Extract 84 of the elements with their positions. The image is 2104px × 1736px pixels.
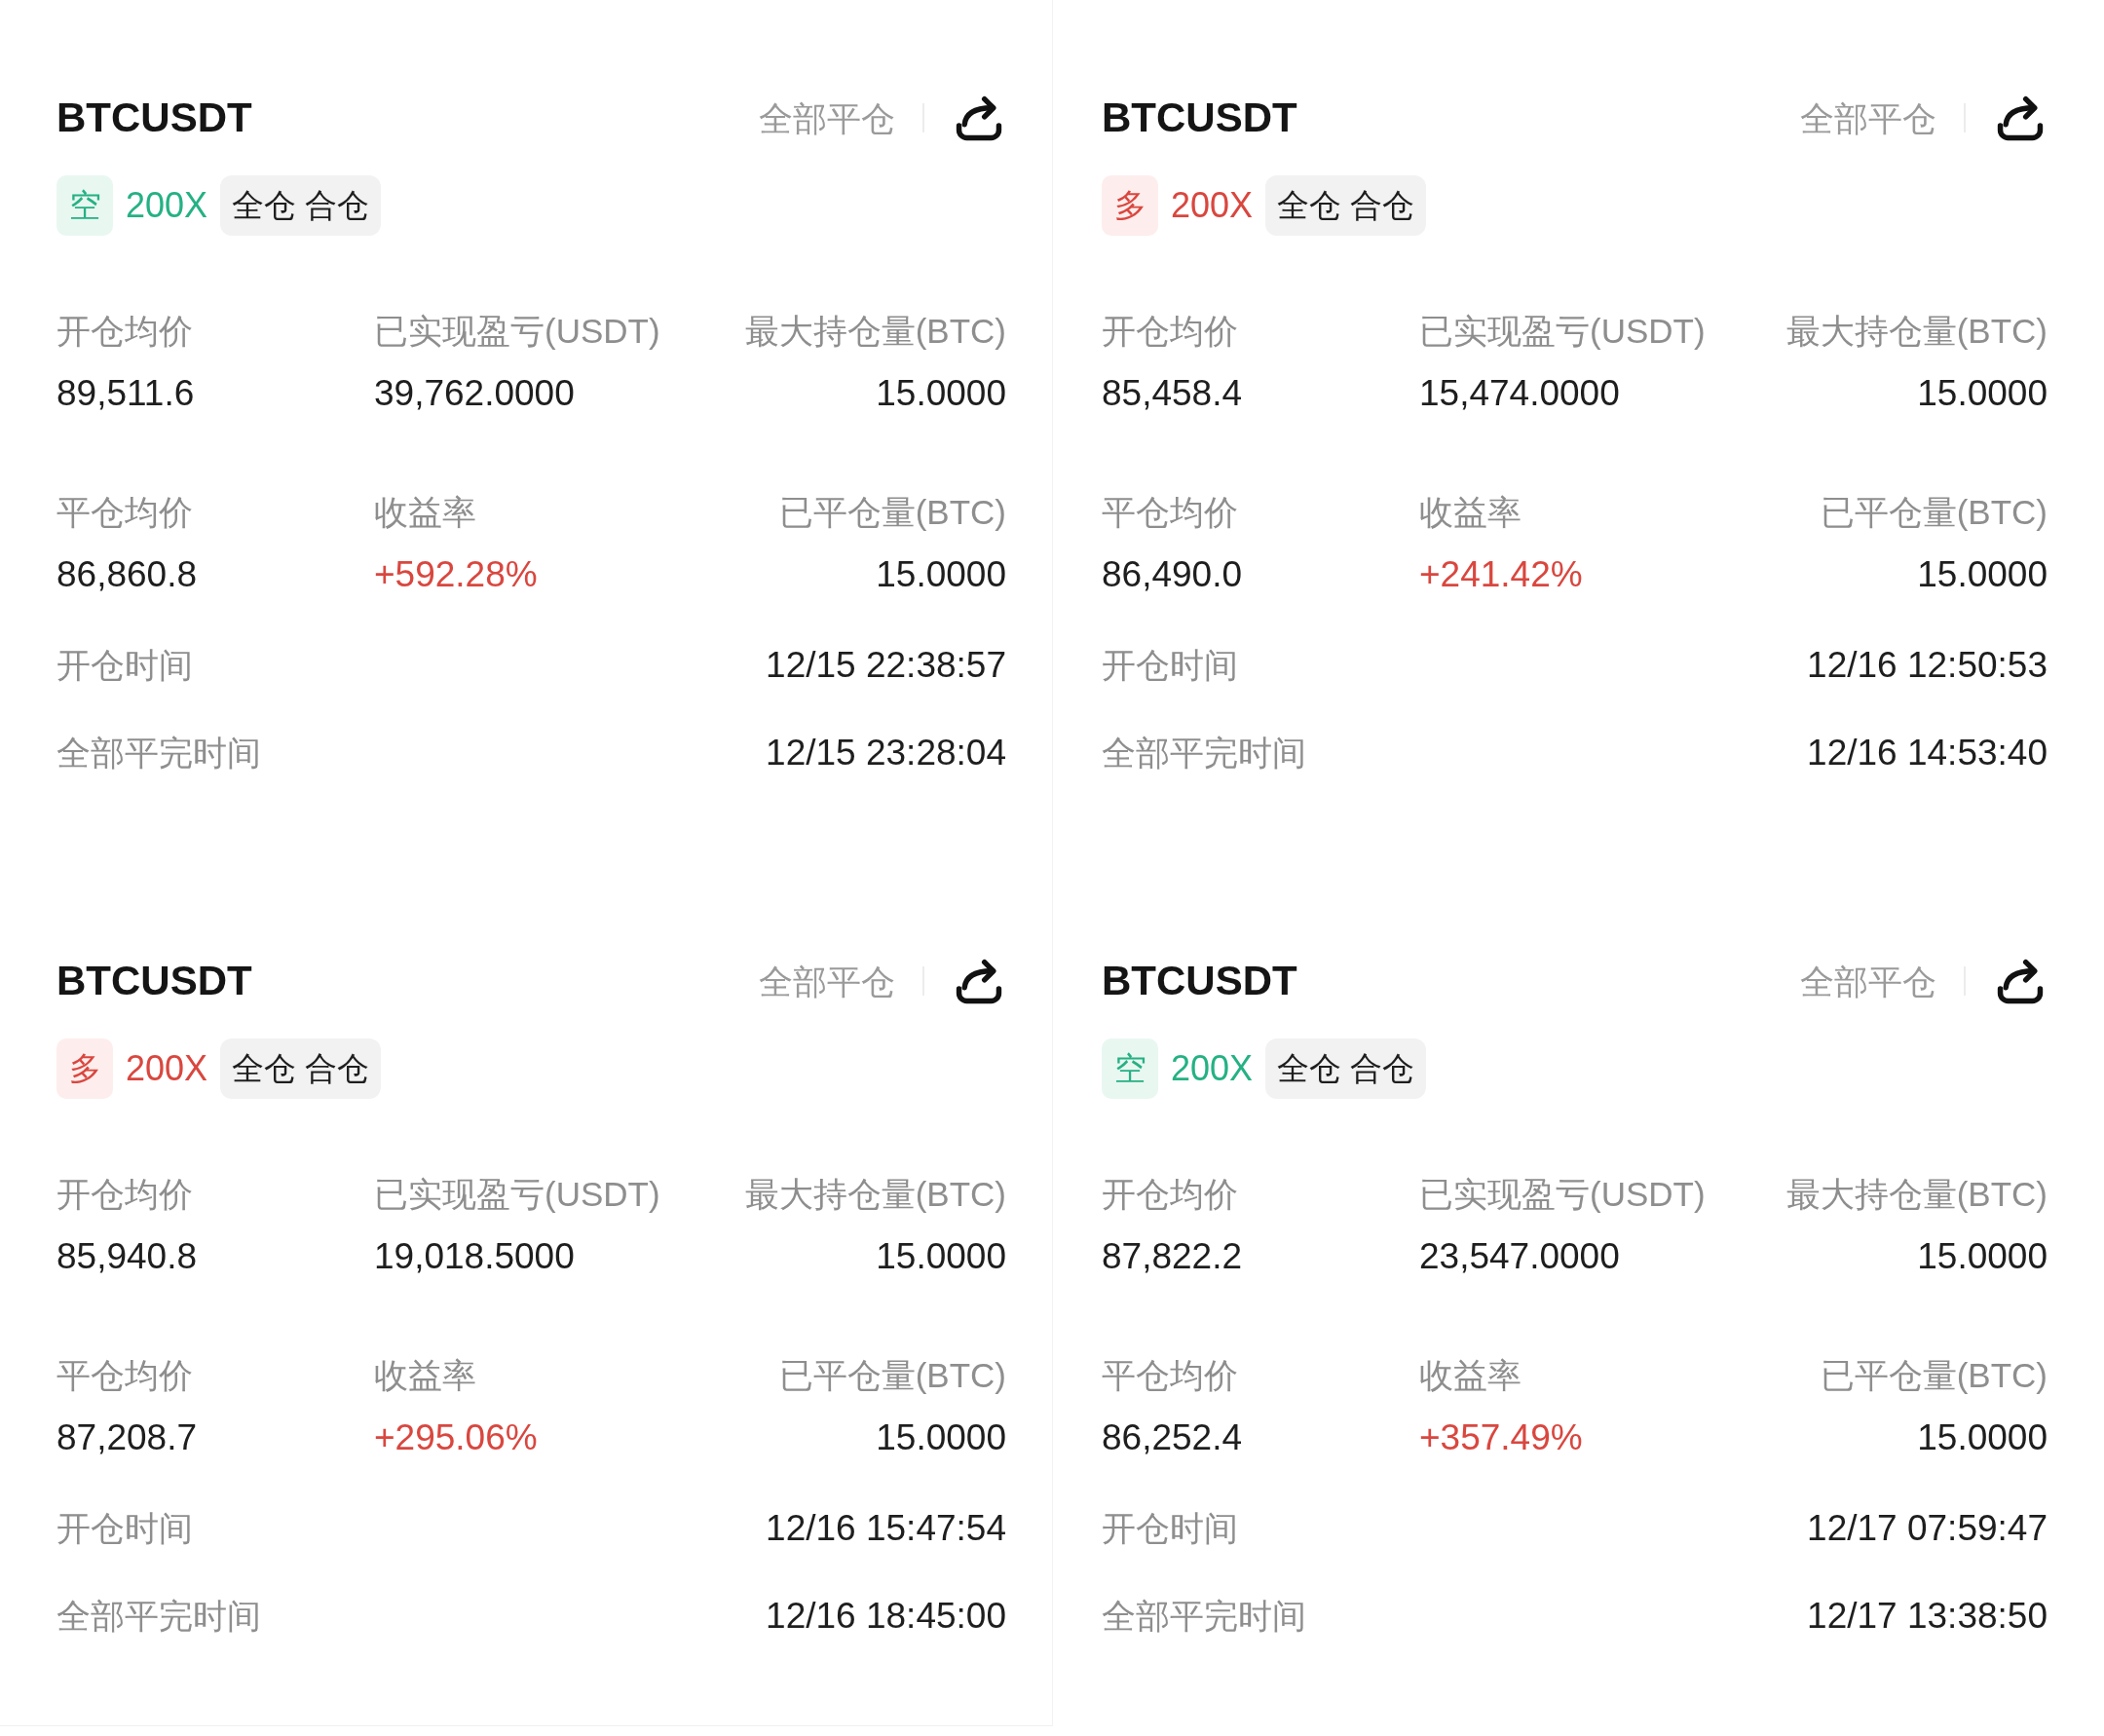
stat-value: 85,940.8 — [56, 1235, 198, 1278]
time-label: 开仓时间 — [56, 644, 193, 686]
stat-value: 39,762.0000 — [374, 372, 575, 415]
time-value: 12/17 07:59:47 — [1807, 1507, 2048, 1551]
stat-label: 最大持仓量(BTC) — [744, 1174, 1006, 1215]
side-badge: 空 — [56, 175, 113, 236]
time-value: 12/16 14:53:40 — [1807, 732, 2048, 775]
stat-value: 86,860.8 — [56, 553, 198, 596]
stat-value: 23,547.0000 — [1419, 1235, 1620, 1278]
stat-value: 15.0000 — [1917, 1416, 2048, 1459]
stat-value: +592.28% — [374, 553, 538, 596]
time-label: 全部平完时间 — [1102, 732, 1306, 774]
stat-label: 最大持仓量(BTC) — [1785, 311, 2048, 352]
symbol-title: BTCUSDT — [1102, 961, 1297, 1001]
stat-value: 86,252.4 — [1102, 1416, 1243, 1459]
stat-value: 15.0000 — [1917, 372, 2048, 415]
side-badge: 多 — [56, 1038, 113, 1099]
stat-value: 15.0000 — [876, 1416, 1006, 1459]
margin-mode-badge: 全仓 合仓 — [1265, 175, 1427, 236]
side-badge: 多 — [1102, 175, 1158, 236]
stat-label: 已实现盈亏(USDT) — [1419, 1174, 1706, 1215]
stat-value: 89,511.6 — [56, 372, 195, 415]
stat-label: 已实现盈亏(USDT) — [1419, 311, 1706, 352]
time-label: 开仓时间 — [1102, 1507, 1238, 1549]
stat-value: 15.0000 — [876, 372, 1006, 415]
leverage-label: 200X — [126, 188, 208, 223]
margin-mode-badge: 全仓 合仓 — [220, 175, 382, 236]
time-value: 12/16 15:47:54 — [766, 1507, 1006, 1551]
stat-label: 开仓均价 — [1102, 311, 1238, 352]
close-all-button[interactable]: 全部平仓 — [759, 100, 895, 135]
stat-label: 最大持仓量(BTC) — [744, 311, 1006, 352]
stat-label: 已平仓量(BTC) — [1820, 1355, 2048, 1396]
stat-label: 已平仓量(BTC) — [1820, 492, 2048, 533]
stat-label: 开仓均价 — [56, 1174, 193, 1215]
stat-value: 15,474.0000 — [1419, 372, 1620, 415]
side-badge: 空 — [1102, 1038, 1158, 1099]
stat-label: 平仓均价 — [56, 492, 193, 533]
stat-label: 开仓均价 — [1102, 1174, 1238, 1215]
close-all-button[interactable]: 全部平仓 — [759, 963, 895, 999]
time-value: 12/15 23:28:04 — [766, 732, 1006, 775]
margin-mode-badge: 全仓 合仓 — [220, 1038, 382, 1099]
leverage-label: 200X — [1171, 188, 1254, 223]
stat-label: 收益率 — [374, 492, 476, 533]
time-label: 全部平完时间 — [1102, 1595, 1306, 1637]
stat-value: 87,208.7 — [56, 1416, 198, 1459]
stat-value: 87,822.2 — [1102, 1235, 1243, 1278]
stat-label: 平仓均价 — [56, 1355, 193, 1396]
stat-value: 15.0000 — [876, 1235, 1006, 1278]
stat-value: 15.0000 — [1917, 553, 2048, 596]
stat-label: 收益率 — [1419, 1355, 1522, 1396]
stat-value: +295.06% — [374, 1416, 538, 1459]
stat-label: 最大持仓量(BTC) — [1785, 1174, 2048, 1215]
leverage-label: 200X — [1171, 1051, 1254, 1086]
stat-label: 平仓均价 — [1102, 492, 1238, 533]
time-label: 全部平完时间 — [56, 1595, 261, 1637]
stat-label: 已实现盈亏(USDT) — [374, 1174, 660, 1215]
time-label: 开仓时间 — [1102, 644, 1238, 686]
symbol-title: BTCUSDT — [56, 961, 252, 1001]
stat-value: 15.0000 — [1917, 1235, 2048, 1278]
stat-label: 平仓均价 — [1102, 1355, 1238, 1396]
stat-label: 已实现盈亏(USDT) — [374, 311, 660, 352]
stat-value: 86,490.0 — [1102, 553, 1243, 596]
close-all-button[interactable]: 全部平仓 — [1800, 100, 1936, 135]
stat-label: 已平仓量(BTC) — [778, 1355, 1006, 1396]
stat-value: +357.49% — [1419, 1416, 1583, 1459]
leverage-label: 200X — [126, 1051, 208, 1086]
time-value: 12/15 22:38:57 — [766, 644, 1006, 688]
symbol-title: BTCUSDT — [56, 97, 252, 138]
stat-value: +241.42% — [1419, 553, 1583, 596]
stat-label: 开仓均价 — [56, 311, 193, 352]
stat-value: 85,458.4 — [1102, 372, 1243, 415]
time-value: 12/17 13:38:50 — [1807, 1595, 2048, 1639]
stat-label: 收益率 — [1419, 492, 1522, 533]
close-all-button[interactable]: 全部平仓 — [1800, 963, 1936, 999]
stat-value: 19,018.5000 — [374, 1235, 575, 1278]
time-value: 12/16 18:45:00 — [766, 1595, 1006, 1639]
time-label: 全部平完时间 — [56, 732, 261, 774]
symbol-title: BTCUSDT — [1102, 97, 1297, 138]
stat-label: 收益率 — [374, 1355, 476, 1396]
time-value: 12/16 12:50:53 — [1807, 644, 2048, 688]
stat-label: 已平仓量(BTC) — [778, 492, 1006, 533]
margin-mode-badge: 全仓 合仓 — [1265, 1038, 1427, 1099]
stat-value: 15.0000 — [876, 553, 1006, 596]
time-label: 开仓时间 — [56, 1507, 193, 1549]
